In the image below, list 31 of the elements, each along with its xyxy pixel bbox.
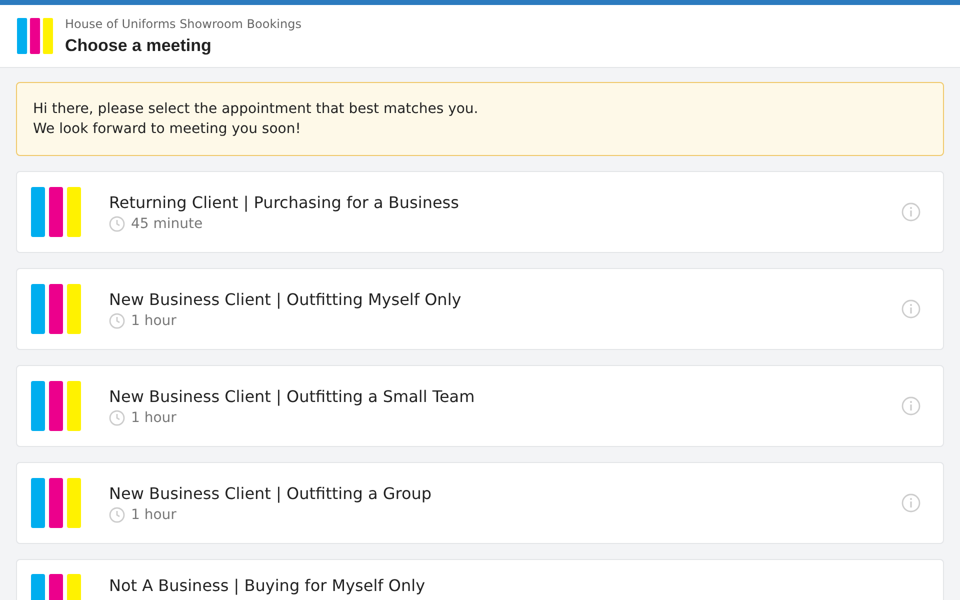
meeting-card[interactable]: New Business Client | Outfitting a Group 1 hour [16, 462, 944, 544]
logo-icon [31, 381, 81, 431]
header-subtitle: House of Uniforms Showroom Bookings [65, 16, 302, 30]
clock-icon [109, 506, 125, 522]
meeting-duration: 45 minute [131, 216, 203, 232]
meeting-title: New Business Client | Outfitting a Group [109, 484, 432, 502]
info-icon[interactable] [901, 396, 921, 416]
meeting-title: Not A Business | Buying for Myself Only [109, 576, 426, 595]
meeting-duration: 1 hour [131, 312, 176, 328]
meeting-title: New Business Client | Outfitting Myself Only [109, 290, 462, 308]
meeting-card[interactable]: New Business Client | Outfitting Myself Only 1 hour [16, 268, 944, 350]
page-title: Choose a meeting [65, 36, 212, 56]
meeting-card[interactable]: New Business Client | Outfitting a Small Team 1 hour [16, 365, 944, 447]
info-icon[interactable] [901, 202, 921, 222]
meeting-card[interactable]: Returning Client | Purchasing for a Business 45 minute [16, 171, 944, 253]
meeting-duration: 1 hour [131, 410, 176, 426]
logo-icon [31, 478, 81, 528]
meeting-title: New Business Client | Outfitting a Small Team [109, 386, 475, 406]
meeting-card[interactable]: Not A Business | Buying for Myself Only [16, 559, 944, 600]
logo-icon [31, 187, 81, 237]
clock-icon [109, 216, 125, 232]
clock-icon [109, 410, 125, 426]
info-icon[interactable] [901, 299, 921, 319]
notice-text: Hi there, please select the appointment that best matches you. [33, 100, 478, 119]
logo-icon [31, 284, 81, 334]
logo-icon [17, 18, 53, 54]
meeting-title: Returning Client | Purchasing for a Business [109, 192, 459, 212]
info-icon[interactable] [901, 493, 921, 513]
notice-text: We look forward to meeting you soon! [33, 120, 301, 139]
meeting-duration: 1 hour [131, 506, 176, 522]
clock-icon [109, 312, 125, 328]
